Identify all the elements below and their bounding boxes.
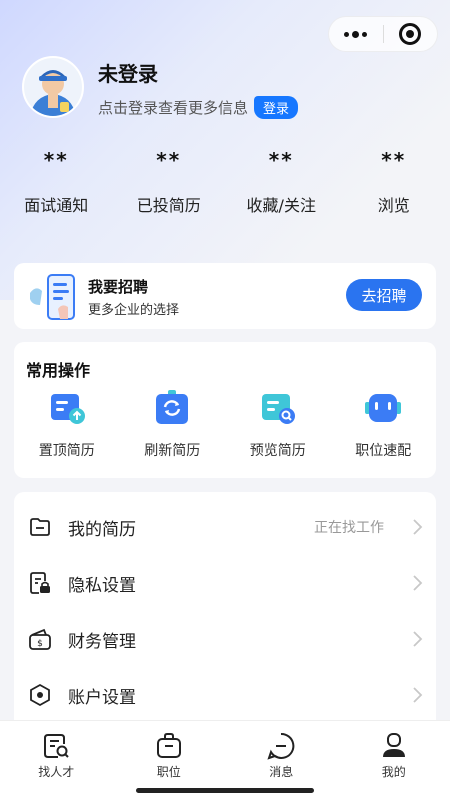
menu-item-finance[interactable]: $ 财务管理 <box>14 611 436 667</box>
login-tip[interactable]: 点击登录查看更多信息 登录 <box>98 96 299 119</box>
stat-interview[interactable]: ** 面试通知 <box>0 148 113 228</box>
go-recruit-button[interactable]: 去招聘 <box>346 279 422 311</box>
stat-favorites[interactable]: ** 收藏/关注 <box>225 148 338 228</box>
recruit-card[interactable]: 我要招聘 更多企业的选择 去招聘 <box>14 263 436 329</box>
preview-resume-icon <box>261 394 295 424</box>
login-tip-text: 点击登录查看更多信息 <box>98 99 249 117</box>
more-button[interactable] <box>329 17 383 51</box>
job-match-robot-icon <box>365 394 402 422</box>
menu-extra: 正在找工作 <box>314 520 384 536</box>
folder-icon <box>30 518 50 536</box>
stat-value: ** <box>156 148 182 172</box>
recruit-subtitle: 更多企业的选择 <box>88 303 180 318</box>
user-icon <box>382 733 405 757</box>
menu-label: 财务管理 <box>68 631 136 652</box>
stat-label: 已投简历 <box>136 196 201 215</box>
common-operations-card: 常用操作 置顶简历 刷新简历 预览简历 职位速配 <box>14 342 436 478</box>
op-preview-resume[interactable]: 预览简历 <box>225 388 331 460</box>
op-label: 置顶简历 <box>38 443 95 459</box>
tab-mine[interactable]: 我的 <box>338 721 450 800</box>
op-job-match[interactable]: 职位速配 <box>331 388 437 460</box>
settings-hex-icon <box>30 683 50 707</box>
user-name[interactable]: 未登录 <box>98 58 158 87</box>
target-icon <box>399 23 422 45</box>
menu-label: 我的简历 <box>68 519 136 540</box>
stat-value: ** <box>43 148 69 172</box>
menu-label: 账户设置 <box>68 687 136 708</box>
privacy-lock-icon <box>30 572 50 594</box>
svg-text:$: $ <box>37 639 43 649</box>
section-title: 常用操作 <box>26 361 91 380</box>
miniprogram-capsule <box>328 16 438 52</box>
recruit-title: 我要招聘 <box>88 278 149 296</box>
stats-bar: ** 面试通知 ** 已投简历 ** 收藏/关注 ** 浏览 <box>0 148 450 228</box>
menu-label: 隐私设置 <box>68 575 136 596</box>
op-label: 刷新简历 <box>144 443 201 459</box>
tab-label: 职位 <box>156 765 181 779</box>
menu-item-account[interactable]: 账户设置 <box>14 667 436 723</box>
message-icon <box>267 732 295 760</box>
refresh-resume-icon <box>156 390 189 424</box>
tab-find-talent[interactable]: 找人才 <box>0 721 113 800</box>
recruit-phone-illustration-icon <box>30 274 75 320</box>
stat-value: ** <box>381 148 407 172</box>
wallet-icon: $ <box>29 628 51 650</box>
stat-label: 面试通知 <box>24 196 89 215</box>
avatar[interactable] <box>22 56 84 118</box>
more-dots-icon <box>344 30 368 38</box>
stat-label: 收藏/关注 <box>246 196 316 215</box>
tab-label: 找人才 <box>38 765 75 779</box>
chevron-right-icon <box>413 519 423 535</box>
stat-views[interactable]: ** 浏览 <box>338 148 450 228</box>
login-button[interactable]: 登录 <box>254 96 299 119</box>
briefcase-icon <box>156 733 181 758</box>
stat-label: 浏览 <box>377 196 410 215</box>
home-indicator <box>136 788 314 793</box>
menu-item-privacy[interactable]: 隐私设置 <box>14 555 436 611</box>
chevron-right-icon <box>413 687 423 703</box>
tab-label: 消息 <box>269 765 294 779</box>
operations-grid: 置顶简历 刷新简历 预览简历 职位速配 <box>14 388 436 460</box>
settings-menu: 我的简历 正在找工作 隐私设置 $ 财务管理 账户设置 <box>14 492 436 732</box>
op-label: 预览简历 <box>249 443 306 459</box>
menu-item-my-resume[interactable]: 我的简历 正在找工作 <box>14 499 436 555</box>
resume-top-icon <box>50 394 85 424</box>
stat-applied[interactable]: ** 已投简历 <box>113 148 226 228</box>
op-top-resume[interactable]: 置顶简历 <box>14 388 120 460</box>
tab-label: 我的 <box>381 765 406 779</box>
find-talent-icon <box>44 734 69 758</box>
chevron-right-icon <box>413 575 423 591</box>
stat-value: ** <box>268 148 294 172</box>
op-label: 职位速配 <box>355 443 412 459</box>
op-refresh-resume[interactable]: 刷新简历 <box>120 388 226 460</box>
chevron-right-icon <box>413 631 423 647</box>
close-miniprogram-button[interactable] <box>384 17 438 51</box>
